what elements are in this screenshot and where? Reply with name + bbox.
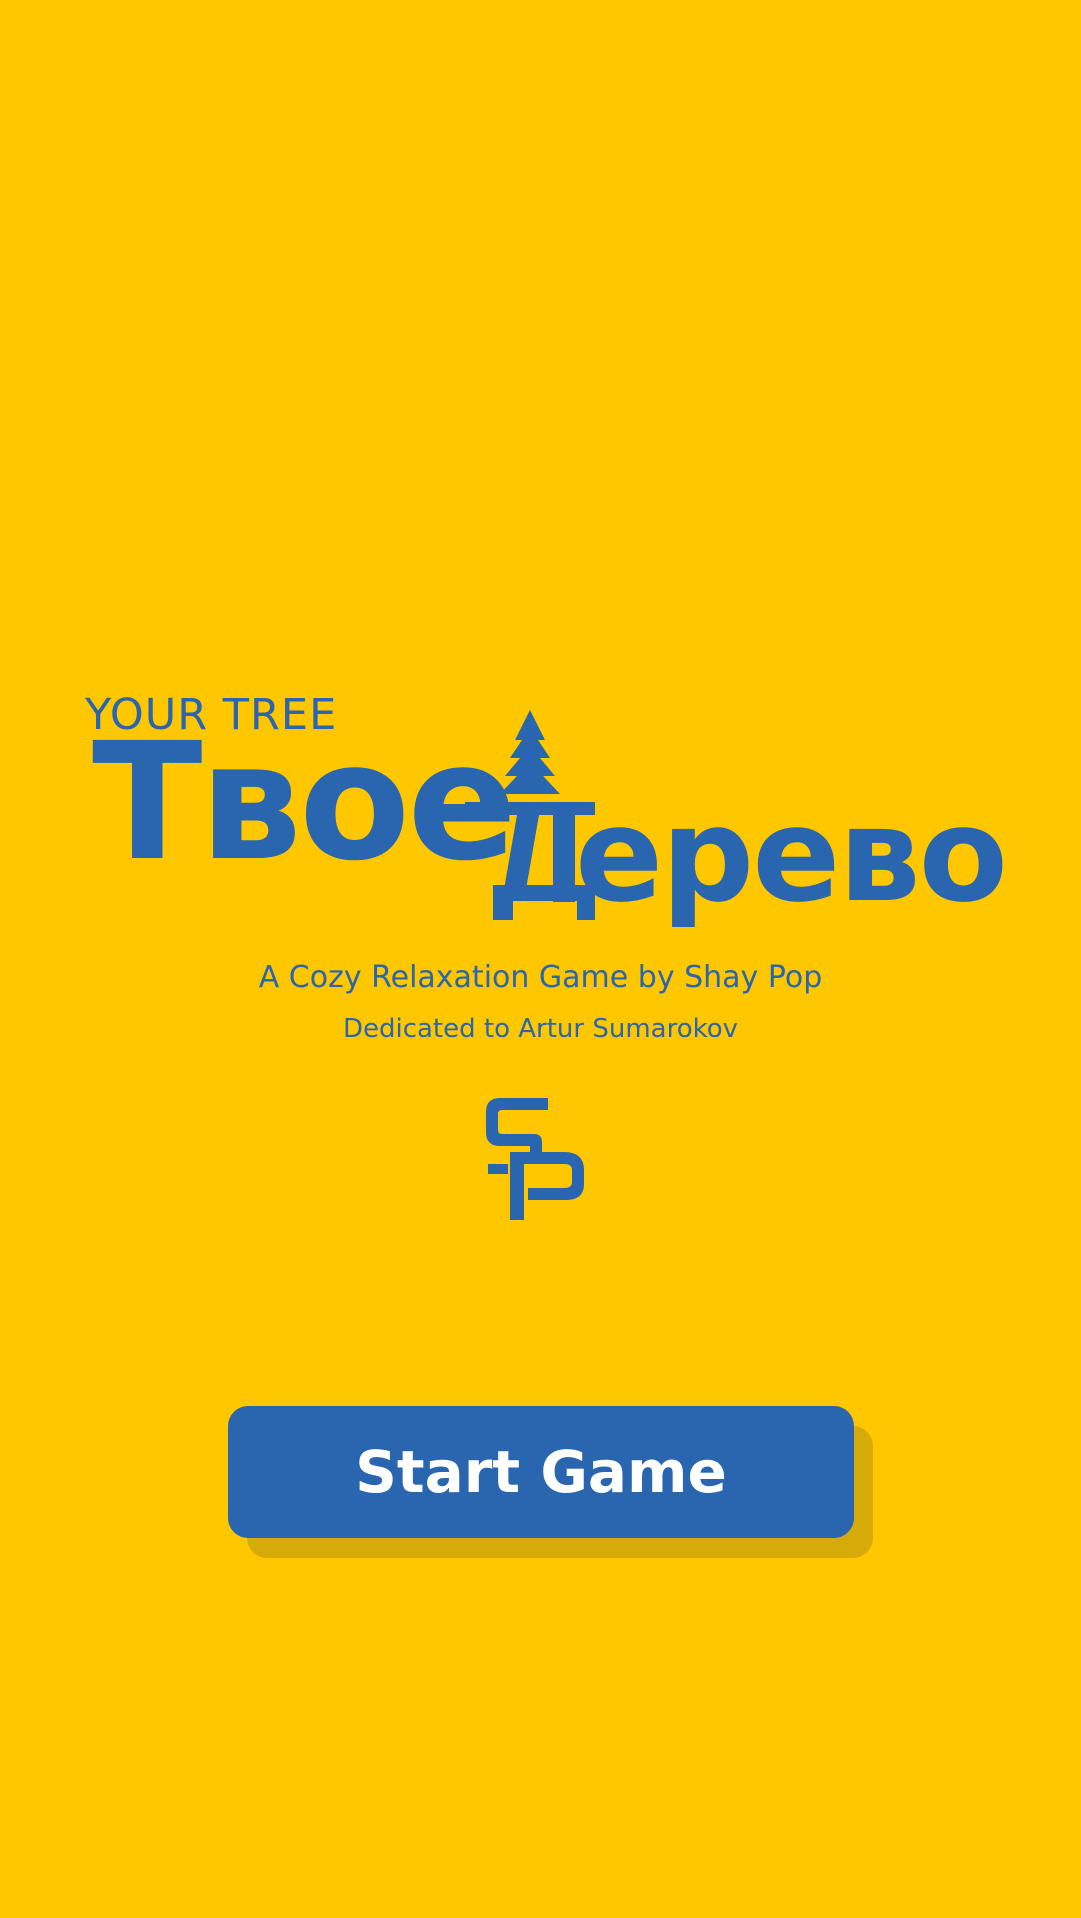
sp-monogram-icon (486, 1098, 584, 1220)
dedication: Dedicated to Artur Sumarokov (342, 1014, 739, 1044)
title-screen: YOUR TREE Твое ерево A Cozy Relaxation G… (0, 0, 1081, 1918)
game-title-part2: ерево (575, 779, 1008, 931)
tagline: A Cozy Relaxation Game by Shay Pop (258, 960, 823, 995)
game-title-part1: Твое (92, 709, 517, 897)
start-game-button[interactable]: Start Game (228, 1406, 854, 1538)
